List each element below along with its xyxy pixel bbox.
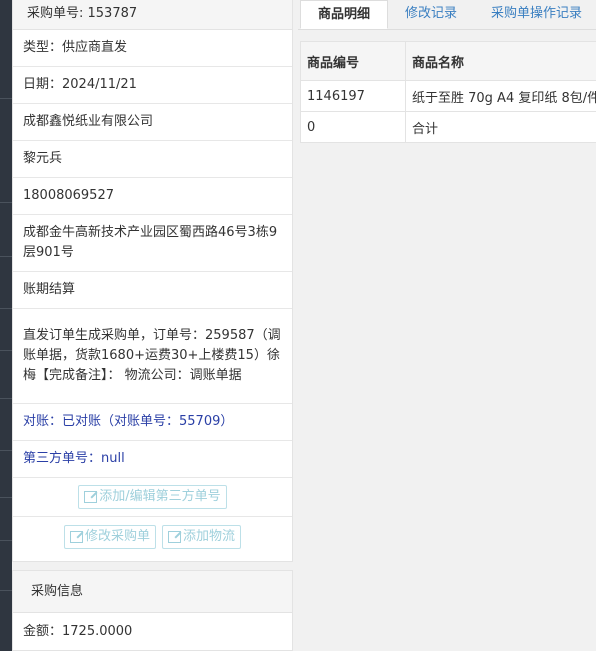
contact-row: 黎元兵 (13, 141, 292, 178)
supplier-row: 成都鑫悦纸业有限公司 (13, 104, 292, 141)
third-party-action-row: 添加/编辑第三方单号 (13, 478, 292, 517)
edit-icon (84, 491, 98, 503)
order-number-header: 采购单号: 153787 (13, 0, 292, 30)
product-table: 商品编号 商品名称 1146197 纸于至胜 70g A4 复印纸 8包/件 0… (300, 41, 596, 143)
payment-term-row: 账期结算 (13, 272, 292, 309)
product-code-cell: 1146197 (300, 80, 406, 112)
edit-icon (69, 530, 83, 543)
table-row: 1146197 纸于至胜 70g A4 复印纸 8包/件 (300, 80, 596, 112)
tab-product-details[interactable]: 商品明细 (300, 0, 389, 29)
address-row: 成都金牛高新技术产业园区蜀西路46号3栋9层901号 (13, 215, 292, 272)
column-header-product-name: 商品名称 (405, 41, 596, 81)
type-row: 类型：供应商直发 (13, 30, 292, 67)
table-header-row: 商品编号 商品名称 (300, 41, 596, 81)
edit-order-button[interactable]: 修改采购单 (63, 524, 156, 549)
order-detail-panel: 采购单号: 153787 类型：供应商直发 日期：2024/11/21 成都鑫悦… (12, 0, 293, 562)
phone-row: 18008069527 (13, 178, 292, 215)
table-row: 0 合计 (300, 111, 596, 143)
edit-third-party-label: 添加/编辑第三方单号 (99, 489, 221, 504)
edit-icon (168, 530, 181, 543)
order-action-row: 修改采购单 添加物流 (13, 517, 292, 556)
column-header-product-code: 商品编号 (300, 41, 406, 81)
reconciliation-row[interactable]: 对账：已对账（对账单号：55709） (13, 404, 292, 441)
purchase-info-panel: 采购信息 金额：1725.0000 (12, 570, 293, 651)
tab-operation-log[interactable]: 采购单操作记录 (474, 0, 596, 29)
sidebar-strip (0, 0, 12, 651)
purchase-info-title: 采购信息 (13, 571, 292, 613)
edit-order-label: 修改采购单 (84, 528, 150, 544)
add-logistics-button[interactable]: 添加物流 (162, 524, 242, 549)
detail-tabs-area: 商品明细 修改记录 采购单操作记录 商品编号 商品名称 1146197 纸于至胜… (298, 0, 596, 651)
product-name-cell: 纸于至胜 70g A4 复印纸 8包/件 (405, 80, 596, 112)
third-party-no-row: 第三方单号：null (13, 441, 292, 478)
product-name-cell: 合计 (405, 111, 596, 143)
date-row: 日期：2024/11/21 (13, 67, 292, 104)
edit-third-party-button[interactable]: 添加/编辑第三方单号 (78, 485, 227, 509)
tab-change-log[interactable]: 修改记录 (388, 0, 474, 29)
amount-row: 金额：1725.0000 (23, 623, 133, 639)
remark-row: 直发订单生成采购单，订单号：259587（调账单据，货款1680+运费30+上楼… (13, 309, 292, 404)
tab-bar: 商品明细 修改记录 采购单操作记录 (298, 0, 596, 30)
product-code-cell: 0 (300, 111, 406, 143)
add-logistics-label: 添加物流 (183, 528, 236, 544)
